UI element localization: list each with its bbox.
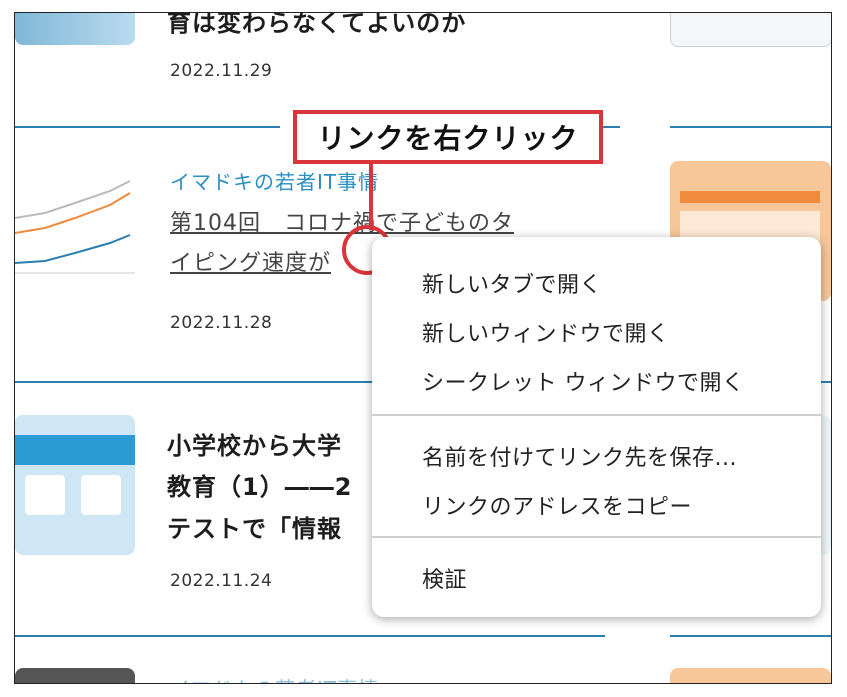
divider [15,126,280,128]
article-title-3-line-2[interactable]: 教育（1）――2 [167,467,352,502]
menu-item-copy-link-address[interactable]: リンクのアドレスをコピー [422,489,692,521]
divider [670,126,831,128]
article-list-panel: 育は変わらなくてよいのか 2022.11.29 イマドキの若者IT事情 第104… [14,12,832,684]
article-thumbnail-1[interactable] [15,13,135,45]
menu-separator [372,414,821,416]
menu-item-open-incognito[interactable]: シークレット ウィンドウで開く [422,365,745,397]
divider [15,635,605,637]
related-thumbnail-1[interactable] [670,13,831,47]
article-thumbnail-3[interactable] [15,415,135,555]
article-date-3: 2022.11.24 [170,571,273,591]
menu-item-inspect[interactable]: 検証 [422,562,467,594]
article-title-1[interactable]: 育は変わらなくてよいのか [167,13,466,38]
menu-separator [372,536,821,538]
callout-pointer [369,164,373,230]
line-chart-thumbnail [15,180,135,274]
menu-item-open-new-tab[interactable]: 新しいタブで開く [422,267,602,299]
divider [670,635,831,637]
article-date-2: 2022.11.28 [170,313,273,333]
article-category[interactable]: イマドキの若者IT事情 [170,166,379,195]
article-date-1: 2022.11.29 [170,61,273,81]
context-menu: 新しいタブで開く 新しいウィンドウで開く シークレット ウィンドウで開く 名前を… [372,237,821,617]
article-thumbnail-2[interactable] [15,163,135,283]
instruction-callout: リンクを右クリック [293,110,603,164]
article-title-3-line-1[interactable]: 小学校から大学 [167,426,342,461]
related-thumbnail-4[interactable] [670,668,831,683]
article-title-3-line-3[interactable]: テストで「情報 [167,509,342,544]
article-thumbnail-4[interactable] [15,668,135,683]
article-category-4[interactable]: イマドキの若者IT事情 [170,673,379,683]
menu-item-save-link-as[interactable]: 名前を付けてリンク先を保存... [422,440,737,472]
menu-item-open-new-window[interactable]: 新しいウィンドウで開く [422,316,670,348]
